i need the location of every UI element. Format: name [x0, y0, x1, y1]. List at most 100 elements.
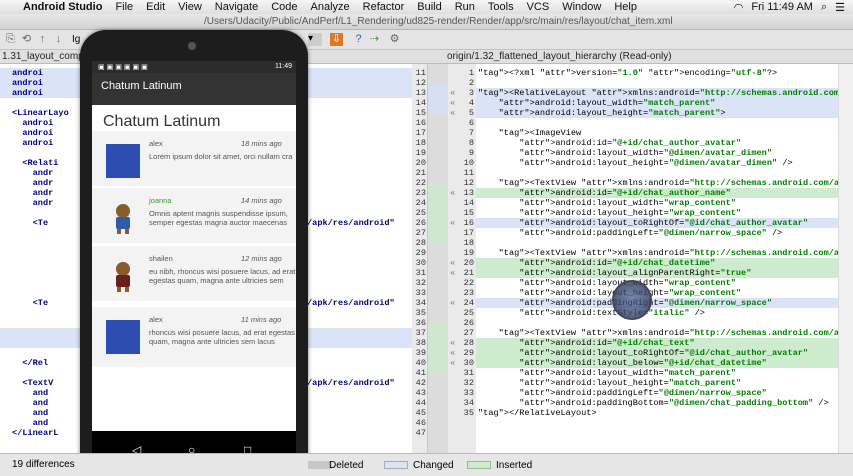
avatar-square — [106, 320, 140, 354]
apply-left-arrow-icon[interactable]: « — [450, 348, 455, 358]
menu-window[interactable]: Window — [562, 1, 601, 13]
apply-left-arrow-icon[interactable]: « — [450, 88, 455, 98]
line-number: 19 — [463, 248, 474, 258]
right-file-label: origin/1.32_flattened_layout_hierarchy (… — [447, 51, 672, 62]
line-number: 34 — [463, 398, 474, 408]
right-line-numbers: 1 2 3 4 5 6 7 8 9 10 11 12 13 14 15 16 17 18 19 20 21 22 23 24 2… — [460, 64, 476, 453]
apply-left-arrow-icon[interactable]: « — [450, 298, 455, 308]
apply-icon[interactable]: ⇢ — [368, 33, 381, 46]
line-number: 15 — [463, 208, 474, 218]
right-code-line — [476, 78, 838, 88]
apply-left-arrow-icon[interactable]: « — [450, 268, 455, 278]
left-line-numbers: 11 12 13 14 15 16 17 18 19 20 21 22 23 24 25 26 27 28 29 30… — [412, 64, 428, 453]
line-number: 23 — [415, 188, 426, 198]
apply-left-arrow-icon[interactable]: « — [450, 98, 455, 108]
line-number: 19 — [415, 148, 426, 158]
right-code-line — [476, 168, 838, 178]
line-number: 10 — [463, 158, 474, 168]
line-number: 13 — [463, 188, 474, 198]
left-code-tail: /apk/res/android" — [307, 378, 395, 388]
line-number: 6 — [468, 118, 474, 128]
clock[interactable]: Fri 11:49 AM — [751, 1, 813, 13]
line-number: 28 — [463, 338, 474, 348]
wifi-icon[interactable]: ◠ — [734, 1, 744, 14]
timestamp: 12 mins ago — [241, 254, 282, 263]
dropdown-chevron-icon[interactable]: ▾ — [308, 33, 322, 46]
right-code-line: "attr">android:paddingBottom="@dimen/cha… — [519, 398, 829, 408]
prev-icon[interactable]: ⟲ — [20, 33, 33, 46]
message-text: Omnis aptent magnis suspendisse ipsum, s… — [149, 209, 288, 227]
menu-file[interactable]: File — [115, 1, 133, 13]
menu-navigate[interactable]: Navigate — [215, 1, 258, 13]
download-icon[interactable]: ⇩ — [330, 33, 343, 46]
mac-menubar: Android Studio File Edit View Navigate Code A… — [0, 0, 853, 14]
gear-icon[interactable]: ⚙ — [388, 33, 401, 46]
menubar-status-area: ◠ Fri 11:49 AM ⌕ ☰ — [734, 0, 853, 14]
menu-vcs[interactable]: VCS — [527, 1, 550, 13]
apply-left-arrow-icon[interactable]: « — [450, 218, 455, 228]
message-text: Lorem ipsum dolor sit amet, orci nullam … — [149, 152, 293, 161]
apply-left-arrow-icon[interactable]: « — [450, 108, 455, 118]
apply-arrows[interactable]: ««««««««««« — [448, 64, 460, 453]
line-number: 21 — [463, 268, 474, 278]
scrollbar[interactable] — [838, 64, 853, 453]
menu-analyze[interactable]: Analyze — [311, 1, 350, 13]
line-number: 35 — [463, 408, 474, 418]
line-number: 29 — [415, 248, 426, 258]
menu-refactor[interactable]: Refactor — [363, 1, 405, 13]
notification-icons: ▣▣▣▣▣▣ — [98, 64, 150, 71]
apply-left-arrow-icon[interactable]: « — [450, 358, 455, 368]
line-number: 28 — [415, 238, 426, 248]
search-icon[interactable]: ⌕ — [821, 1, 827, 14]
phone-device: ▣▣▣▣▣▣ 11:49 Chatum Latinum Chatum Latin… — [80, 30, 308, 476]
android-boy-avatar — [106, 259, 140, 293]
line-number: 24 — [463, 298, 474, 308]
line-number: 47 — [415, 428, 426, 438]
left-file-label: 1.31_layout_compa — [2, 51, 90, 62]
right-code-line: "tag"><TextView "attr">xmlns:android="ht… — [498, 178, 838, 188]
line-number: 29 — [463, 348, 474, 358]
right-code-line: "tag"></RelativeLayout> — [478, 408, 597, 418]
line-number: 45 — [415, 408, 426, 418]
right-code-line: "attr">android:layout_width="wrap_conten… — [519, 198, 736, 208]
apply-left-arrow-icon[interactable]: « — [450, 188, 455, 198]
help-icon[interactable]: ? — [352, 33, 365, 46]
line-number: 17 — [415, 128, 426, 138]
apply-left-arrow-icon[interactable]: « — [450, 258, 455, 268]
line-number: 16 — [463, 218, 474, 228]
line-number: 14 — [415, 98, 426, 108]
ignore-label[interactable]: Ig — [72, 34, 80, 45]
menu-help[interactable]: Help — [614, 1, 637, 13]
right-code-pane[interactable]: "tag"><?xml "attr">version="1.0" "attr">… — [476, 64, 838, 453]
list-icon[interactable]: ☰ — [835, 1, 845, 14]
line-number: 39 — [415, 348, 426, 358]
line-number: 35 — [415, 308, 426, 318]
line-number: 33 — [463, 388, 474, 398]
right-code-line: "attr">android:layout_height="wrap_conte… — [519, 208, 742, 218]
right-code-line: "attr">android:layout_toRightOf="@id/cha… — [476, 348, 838, 358]
right-code-line: "attr">android:textStyle="italic" /> — [519, 308, 705, 318]
menu-code[interactable]: Code — [271, 1, 297, 13]
line-number: 12 — [463, 178, 474, 188]
right-code-line: "attr">android:id="@+id/chat_author_avat… — [519, 138, 742, 148]
menu-run[interactable]: Run — [455, 1, 475, 13]
timestamp: 18 mins ago — [241, 139, 282, 148]
avatar-square — [106, 144, 140, 178]
menu-view[interactable]: View — [178, 1, 202, 13]
line-number: 14 — [463, 198, 474, 208]
line-number: 20 — [415, 158, 426, 168]
author-name: alex — [149, 139, 163, 148]
copy-icon[interactable]: ⎘ — [4, 33, 17, 46]
android-girl-avatar — [106, 201, 140, 235]
cursor-highlight — [612, 280, 652, 320]
apply-left-arrow-icon[interactable]: « — [450, 338, 455, 348]
line-number: 24 — [415, 198, 426, 208]
menu-edit[interactable]: Edit — [146, 1, 165, 13]
up-arrow-icon[interactable]: ↑ — [36, 33, 49, 46]
changed-swatch — [384, 461, 408, 469]
menu-build[interactable]: Build — [417, 1, 441, 13]
menu-tools[interactable]: Tools — [488, 1, 514, 13]
left-code-tail: /apk/res/android" — [307, 298, 395, 308]
down-arrow-icon[interactable]: ↓ — [52, 33, 65, 46]
app-menu[interactable]: Android Studio — [23, 1, 102, 13]
